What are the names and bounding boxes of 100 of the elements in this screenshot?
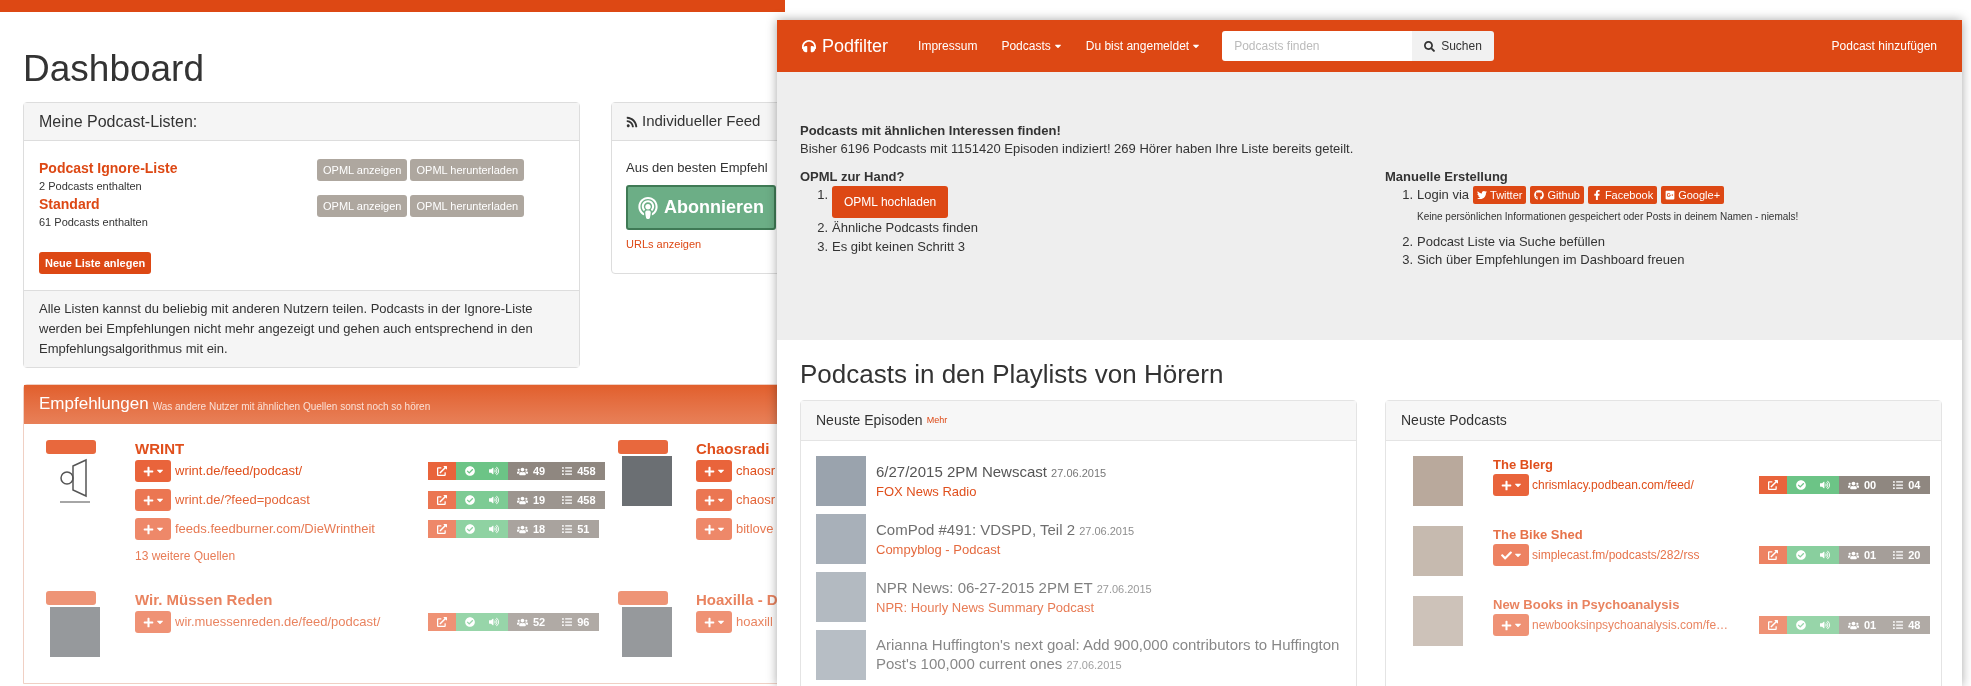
list-name[interactable]: Podcast Ignore-Liste [39,159,317,177]
step-number: 2. [816,219,828,237]
episode-title[interactable]: 6/27/2015 2PM Newscast 27.06.2015 [876,461,1107,483]
episode-cover [816,514,866,564]
list-icon [562,524,573,534]
link-segment[interactable] [1759,616,1787,634]
feed-url[interactable]: wrint.de/?feed=podcast [171,490,428,510]
feed-url[interactable]: chrismlacy.podbean.com/feed/ [1529,476,1759,494]
subscribe-dropdown-button[interactable] [135,489,171,511]
subscribe-button[interactable]: Abonnieren [626,185,776,230]
subscribe-dropdown-button[interactable] [1493,544,1529,566]
subscribe-dropdown-button[interactable] [135,611,171,633]
link-segment[interactable] [428,520,456,538]
podcast-title[interactable]: The Blerg [1493,456,1930,474]
podcast-cover [622,456,672,506]
panel-subheading: Was andere Nutzer mit ähnlichen Quellen sonst noch so hören [152,400,431,414]
list-name[interactable]: Standard [39,195,317,213]
link-segment[interactable] [428,613,456,631]
external-link-icon [437,617,447,627]
upload-button[interactable]: OPML hochladen [832,186,949,218]
login-button[interactable]: Google+ [1661,186,1725,204]
speaker-icon [1820,620,1830,630]
listener-count: 01 [1864,617,1877,633]
speaker-icon [1820,550,1830,560]
search-button[interactable]: Suchen [1412,31,1494,61]
subscribe-dropdown-button[interactable] [135,460,171,482]
step-number: 3. [1401,251,1413,269]
users-icon [517,616,528,628]
subscribe-dropdown-button[interactable] [1493,614,1529,636]
nav-link[interactable]: Du bist angemeldet [1085,37,1201,55]
episode-title[interactable]: Arianna Huffington's next goal: Add 900,000 contributors to Huffington Post's 100,000 current ones 27.06.2015 [876,635,1341,675]
panel-heading: Empfehlungen [39,394,149,414]
podcast-link[interactable]: Compyblog - Podcast [876,540,1135,559]
feed-url[interactable]: chaosr [732,461,785,481]
link-segment[interactable] [428,491,456,509]
link-segment[interactable] [1759,476,1787,494]
podcast-title[interactable]: Hoaxilla - D [696,591,785,609]
add-podcast-link[interactable]: Podcast hinzufügen [1831,37,1937,55]
page-title: Dashboard [23,48,205,90]
google-plus-icon [1665,190,1676,200]
list-icon [562,466,573,476]
external-link-icon [437,466,447,476]
feed-url[interactable]: wrint.de/feed/podcast/ [171,461,428,481]
opml-button[interactable]: OPML anzeigen [317,195,408,217]
badge [46,591,96,605]
more-link[interactable]: Mehr [926,413,948,428]
step-text: Podcast Liste via Suche befüllen [1417,233,1605,251]
new-list-button[interactable]: Neue Liste anlegen [39,252,152,274]
plus-icon [1500,619,1512,631]
opml-button[interactable]: OPML herunterladen [410,159,525,181]
panel-heading: Individueller Feed [642,111,761,132]
search-field[interactable]: Podcasts finden [1222,31,1413,61]
subscribe-dropdown-button[interactable] [696,460,732,482]
login-button[interactable]: Twitter [1473,186,1527,204]
list-count: 2 Podcasts enthalten [39,179,143,194]
feed-url[interactable]: wir.muessenreden.de/feed/podcast/ [171,612,428,632]
nav-link[interactable]: Podcasts [1001,37,1062,55]
login-button[interactable]: Github [1530,186,1584,204]
section-heading: OPML zur Hand? [800,168,906,186]
podcast-title[interactable]: Chaosradi [696,440,785,458]
feed-url[interactable]: bitlove [732,519,785,539]
feed-url[interactable]: chaosr [732,490,785,510]
episode-count: 51 [577,521,590,537]
brand-link[interactable]: Podfilter [822,32,889,60]
podcast-link[interactable]: NPR: Hourly News Summary Podcast [876,598,1152,617]
section-heading: Manuelle Erstellung [1385,168,1509,186]
episode-title[interactable]: NPR News: 06-27-2015 2PM ET 27.06.2015 [876,577,1152,599]
feed-url[interactable]: simplecast.fm/podcasts/282/rss [1529,546,1759,564]
login-button[interactable]: Facebook [1587,186,1658,204]
feed-url[interactable]: hoaxill [732,612,785,632]
more-sources-link[interactable]: 13 weitere Quellen [135,547,605,565]
subscribe-dropdown-button[interactable] [696,611,732,633]
subscribe-dropdown-button[interactable] [1493,474,1529,496]
episode-count: 48 [1908,617,1921,633]
lists-info-text: Alle Listen kannst du beliebig mit anderen Nutzern teilen. Podcasts in der Ignore-Liste werden bei Empfehlungen nicht mehr angezeigt und gehen auch entsprechend in den Empfehlungsalgorithmus mit ein. [39,300,534,358]
link-segment[interactable] [1759,546,1787,564]
plus-icon [142,465,154,477]
listener-count: 52 [533,614,546,630]
subscribe-dropdown-button[interactable] [696,518,732,540]
external-link-icon [437,524,447,534]
nav-link[interactable]: Impressum [918,37,978,55]
podcast-title[interactable]: New Books in Psychoanalysis [1493,596,1930,614]
urls-link[interactable]: URLs anzeigen [626,236,785,253]
opml-button[interactable]: OPML anzeigen [317,159,408,181]
users-icon [1848,479,1859,491]
link-segment[interactable] [428,462,456,480]
external-link-icon [1768,480,1778,490]
opml-button[interactable]: OPML herunterladen [410,195,525,217]
podcast-link[interactable]: FOX News Radio [876,482,1107,501]
feed-url[interactable]: newbooksinpsychoanalysis.com/fe… [1529,616,1759,634]
subscribe-dropdown-button[interactable] [135,518,171,540]
podcast-title[interactable]: WRINT [135,440,605,458]
list-icon [1893,550,1904,560]
podcast-title[interactable]: The Bike Shed [1493,526,1930,544]
search-icon [1424,40,1436,52]
feed-url[interactable]: feeds.feedburner.com/DieWrintheit [171,519,428,539]
subscribe-dropdown-button[interactable] [696,489,732,511]
podcast-title[interactable]: Wir. Müssen Reden [135,591,599,609]
plus-icon [703,494,715,506]
episode-title[interactable]: ComPod #491: VDSPD, Teil 2 27.06.2015 [876,519,1135,541]
